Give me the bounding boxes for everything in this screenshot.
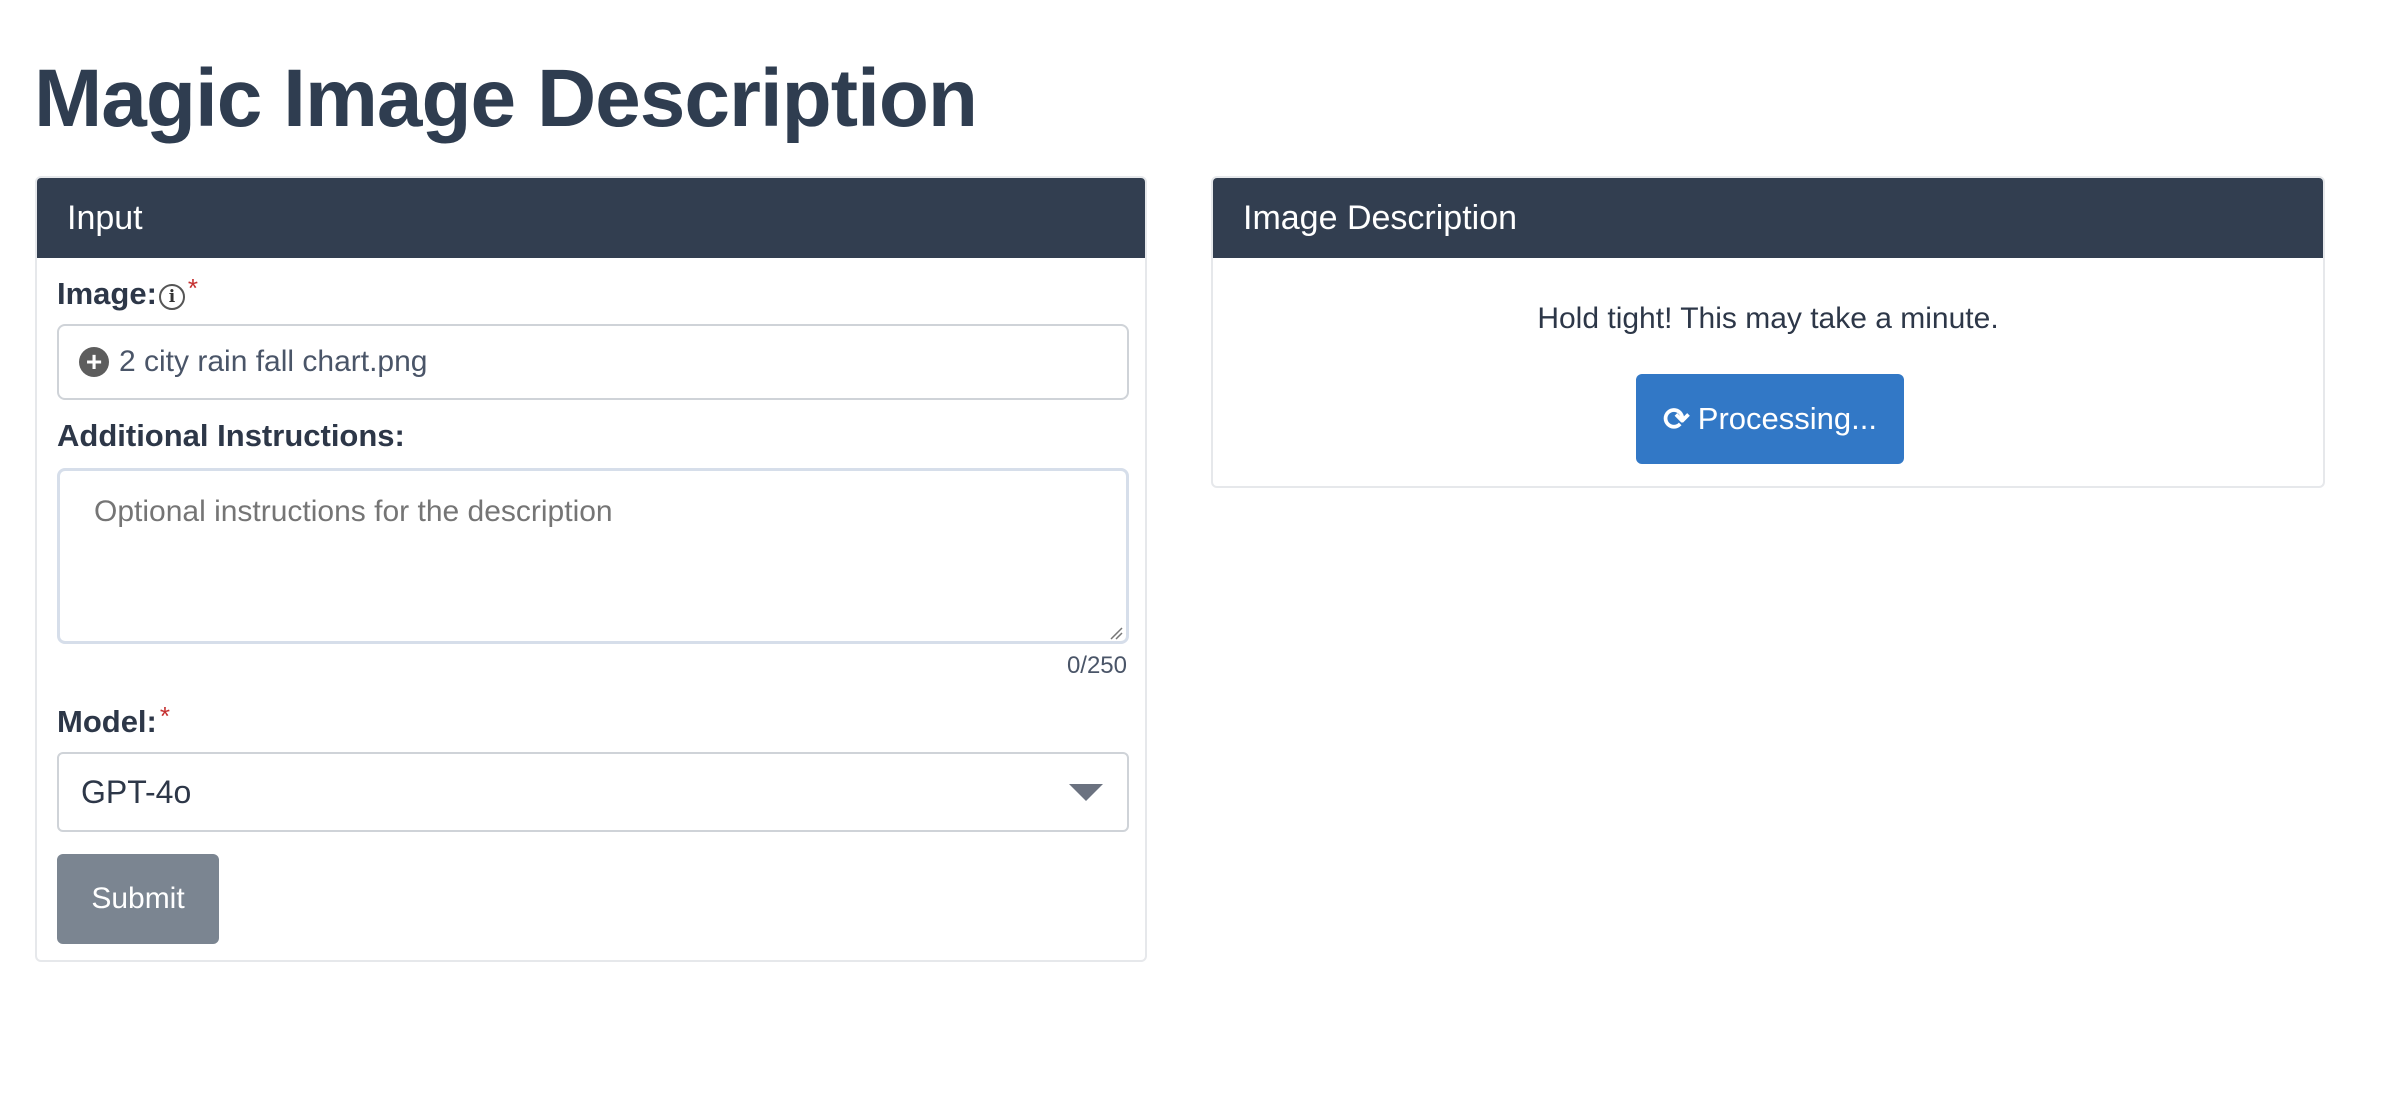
info-icon[interactable]: i bbox=[158, 284, 185, 310]
image-file-input[interactable]: + 2 city rain fall chart.png bbox=[57, 324, 1129, 400]
model-label: Model: bbox=[57, 704, 157, 739]
description-panel-header: Image Description bbox=[1213, 178, 2323, 258]
model-select[interactable]: GPT-4o bbox=[57, 752, 1129, 832]
resize-handle-icon[interactable] bbox=[1109, 626, 1123, 640]
instructions-textarea[interactable] bbox=[57, 468, 1129, 644]
status-text: Hold tight! This may take a minute. bbox=[1537, 302, 1999, 335]
model-label-row: Model: * bbox=[57, 700, 170, 740]
chevron-down-icon[interactable] bbox=[1069, 783, 1103, 801]
processing-label: Processing... bbox=[1697, 401, 1877, 436]
plus-circle-icon[interactable]: + bbox=[79, 347, 109, 377]
required-marker: * bbox=[159, 700, 170, 731]
model-selected-value: GPT-4o bbox=[81, 773, 192, 810]
char-count: 0/250 bbox=[1066, 652, 1127, 679]
input-panel-header: Input bbox=[37, 178, 1145, 258]
image-label: Image: bbox=[57, 276, 157, 311]
input-panel: Input Image: i * + 2 city rain fall char… bbox=[35, 176, 1147, 962]
image-label-row: Image: i * bbox=[57, 272, 199, 312]
file-name: 2 city rain fall chart.png bbox=[119, 345, 428, 378]
processing-button[interactable]: ⟳ Processing... bbox=[1636, 374, 1904, 464]
page-title: Magic Image Description bbox=[34, 53, 978, 144]
page: Magic Image Description Input Image: i *… bbox=[0, 0, 2388, 1112]
required-marker: * bbox=[187, 272, 199, 303]
submit-button[interactable]: Submit bbox=[57, 854, 219, 944]
description-panel: Image Description Hold tight! This may t… bbox=[1211, 176, 2325, 488]
instructions-label: Additional Instructions: bbox=[57, 418, 405, 453]
instructions-label-row: Additional Instructions: bbox=[57, 418, 405, 454]
refresh-icon: ⟳ bbox=[1662, 401, 1690, 437]
